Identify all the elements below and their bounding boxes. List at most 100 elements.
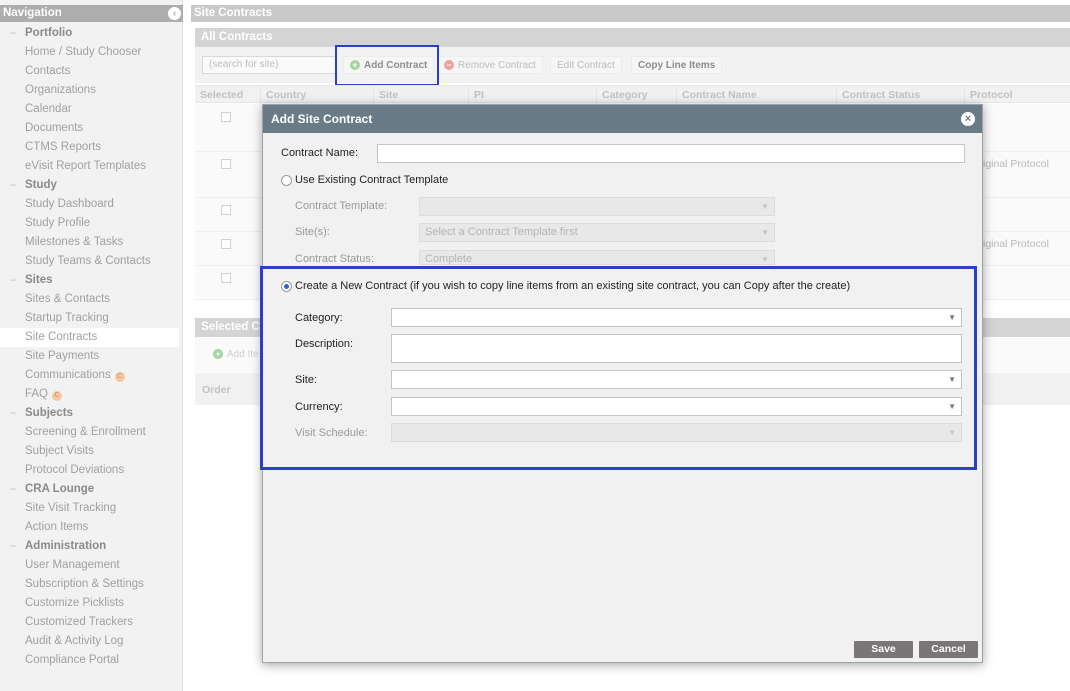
use-template-label: Use Existing Contract Template [295, 174, 449, 186]
sidebar-title: Navigation [3, 7, 62, 19]
copyright-badge-icon: C [52, 391, 63, 401]
sidebar-item-site-contracts[interactable]: Site Contracts [0, 328, 179, 347]
remove-contract-label: Remove Contract [458, 60, 536, 71]
sidebar-item-label: Sites & Contacts [25, 293, 111, 305]
remove-contract-button[interactable]: − Remove Contract [437, 56, 543, 74]
sidebar-item-study-profile[interactable]: Study Profile [0, 214, 183, 233]
cancel-button[interactable]: Cancel [919, 641, 978, 658]
contract-status-select[interactable]: Complete ▼ [419, 250, 775, 265]
sidebar-item-label: CRA Lounge [25, 483, 95, 495]
sites-label: Site(s): [295, 226, 330, 238]
sidebar-section-sites[interactable]: Sites [0, 271, 183, 290]
col-protocol[interactable]: Protocol [964, 86, 1070, 104]
sidebar-item-label: Subscription & Settings [25, 578, 144, 590]
sidebar-item-audit-activity-log[interactable]: Audit & Activity Log [0, 632, 183, 651]
sidebar-item-customize-picklists[interactable]: Customize Picklists [0, 594, 183, 613]
col-category[interactable]: Category [596, 86, 676, 104]
sidebar-section-administration[interactable]: Administration [0, 537, 183, 556]
sidebar-item-milestones-tasks[interactable]: Milestones & Tasks [0, 233, 183, 252]
sidebar-item-contacts[interactable]: Contacts [0, 62, 183, 81]
sidebar-item-communications[interactable]: Communications C [0, 366, 183, 385]
add-contract-highlight [335, 45, 439, 86]
sidebar-item-ctms-reports[interactable]: CTMS Reports [0, 138, 183, 157]
sidebar-item-user-management[interactable]: User Management [0, 556, 183, 575]
col-country[interactable]: Country [260, 86, 373, 104]
sidebar-item-documents[interactable]: Documents [0, 119, 183, 138]
sidebar-item-label: Administration [25, 540, 107, 552]
sidebar-item-startup-tracking[interactable]: Startup Tracking [0, 309, 183, 328]
sidebar-item-study-teams-contacts[interactable]: Study Teams & Contacts [0, 252, 183, 271]
sidebar-item-screening-enrollment[interactable]: Screening & Enrollment [0, 423, 183, 442]
sidebar-item-label: Audit & Activity Log [25, 635, 124, 647]
sidebar-item-label: CTMS Reports [25, 141, 102, 153]
dialog-title: Add Site Contract × [263, 105, 982, 133]
sidebar-item-organizations[interactable]: Organizations [0, 81, 183, 100]
sidebar-item-label: eVisit Report Templates [25, 160, 147, 172]
sidebar-item-label: Contacts [25, 65, 71, 77]
sidebar-item-compliance-portal[interactable]: Compliance Portal [0, 651, 183, 670]
sidebar-item-customized-trackers[interactable]: Customized Trackers [0, 613, 183, 632]
col-contract-status[interactable]: Contract Status [836, 86, 964, 104]
add-item-button[interactable]: + Add Ite [213, 349, 259, 360]
page-title: Site Contracts [191, 5, 1070, 22]
site-search-input[interactable]: (search for site) [202, 56, 337, 74]
sidebar-item-label: Organizations [25, 84, 96, 96]
sidebar-item-calendar[interactable]: Calendar [0, 100, 183, 119]
row-checkbox[interactable] [221, 205, 231, 215]
row-protocol: iginal Protocol [983, 158, 1049, 170]
edit-contract-button[interactable]: Edit Contract [550, 56, 622, 74]
chevron-down-icon: ▼ [761, 202, 769, 211]
sidebar-item-label: Communications [25, 369, 111, 381]
row-checkbox[interactable] [221, 159, 231, 169]
sidebar-item-site-payments[interactable]: Site Payments [0, 347, 183, 366]
create-new-contract-highlight [260, 266, 977, 470]
sidebar-item-label: Portfolio [25, 27, 73, 39]
col-order[interactable]: Order [202, 384, 231, 396]
row-checkbox[interactable] [221, 239, 231, 249]
sidebar-item-label: FAQ [25, 388, 49, 400]
sidebar-item-label: Study Dashboard [25, 198, 114, 210]
use-template-radio[interactable] [281, 175, 292, 186]
col-site[interactable]: Site [373, 86, 468, 104]
copy-line-items-button[interactable]: Copy Line Items [631, 56, 723, 74]
sidebar-item-label: Site Payments [25, 350, 100, 362]
contract-template-label: Contract Template: [295, 200, 388, 212]
sidebar-item-label: Action Items [25, 521, 89, 533]
sidebar-section-cra-lounge[interactable]: CRA Lounge [0, 480, 183, 499]
col-selected[interactable]: Selected [195, 86, 253, 104]
sidebar-item-action-items[interactable]: Action Items [0, 518, 183, 537]
close-icon[interactable]: × [961, 112, 975, 126]
chevron-left-icon[interactable]: ‹ [168, 7, 181, 20]
sidebar-item-site-visit-tracking[interactable]: Site Visit Tracking [0, 499, 183, 518]
sidebar-item-study-dashboard[interactable]: Study Dashboard [0, 195, 183, 214]
sidebar-item-label: Protocol Deviations [25, 464, 125, 476]
sidebar-item-label: Subjects [25, 407, 73, 419]
col-pi[interactable]: PI [468, 86, 596, 104]
minus-icon: − [444, 60, 454, 70]
sidebar-item-sites-contacts[interactable]: Sites & Contacts [0, 290, 183, 309]
sidebar-item-faq[interactable]: FAQ C [0, 385, 183, 404]
sidebar-item-label: Calendar [25, 103, 72, 115]
sidebar-section-study[interactable]: Study [0, 176, 183, 195]
row-checkbox[interactable] [221, 273, 231, 283]
sidebar-item-protocol-deviations[interactable]: Protocol Deviations [0, 461, 183, 480]
sidebar-section-portfolio[interactable]: Portfolio [0, 24, 183, 43]
col-contract-name[interactable]: Contract Name [676, 86, 836, 104]
sidebar-item-subject-visits[interactable]: Subject Visits [0, 442, 183, 461]
save-button[interactable]: Save [854, 641, 913, 658]
sidebar-item-label: Startup Tracking [25, 312, 109, 324]
contract-status-label: Contract Status: [295, 253, 374, 265]
row-checkbox[interactable] [221, 112, 231, 122]
contract-status-value: Complete [425, 253, 473, 265]
sidebar-section-subjects[interactable]: Subjects [0, 404, 183, 423]
sidebar-item-label: Subject Visits [25, 445, 94, 457]
sidebar-item-label: Documents [25, 122, 84, 134]
sidebar-item-evisit-report-templates[interactable]: eVisit Report Templates [0, 157, 183, 176]
sidebar-item-subscription-settings[interactable]: Subscription & Settings [0, 575, 183, 594]
chevron-down-icon: ▼ [761, 228, 769, 237]
sites-select[interactable]: Select a Contract Template first ▼ [419, 223, 775, 242]
sidebar-item-label: Customize Picklists [25, 597, 125, 609]
sidebar-item-home-study-chooser[interactable]: Home / Study Chooser [0, 43, 183, 62]
contract-template-select[interactable]: ▼ [419, 197, 775, 216]
contract-name-input[interactable] [377, 144, 965, 163]
